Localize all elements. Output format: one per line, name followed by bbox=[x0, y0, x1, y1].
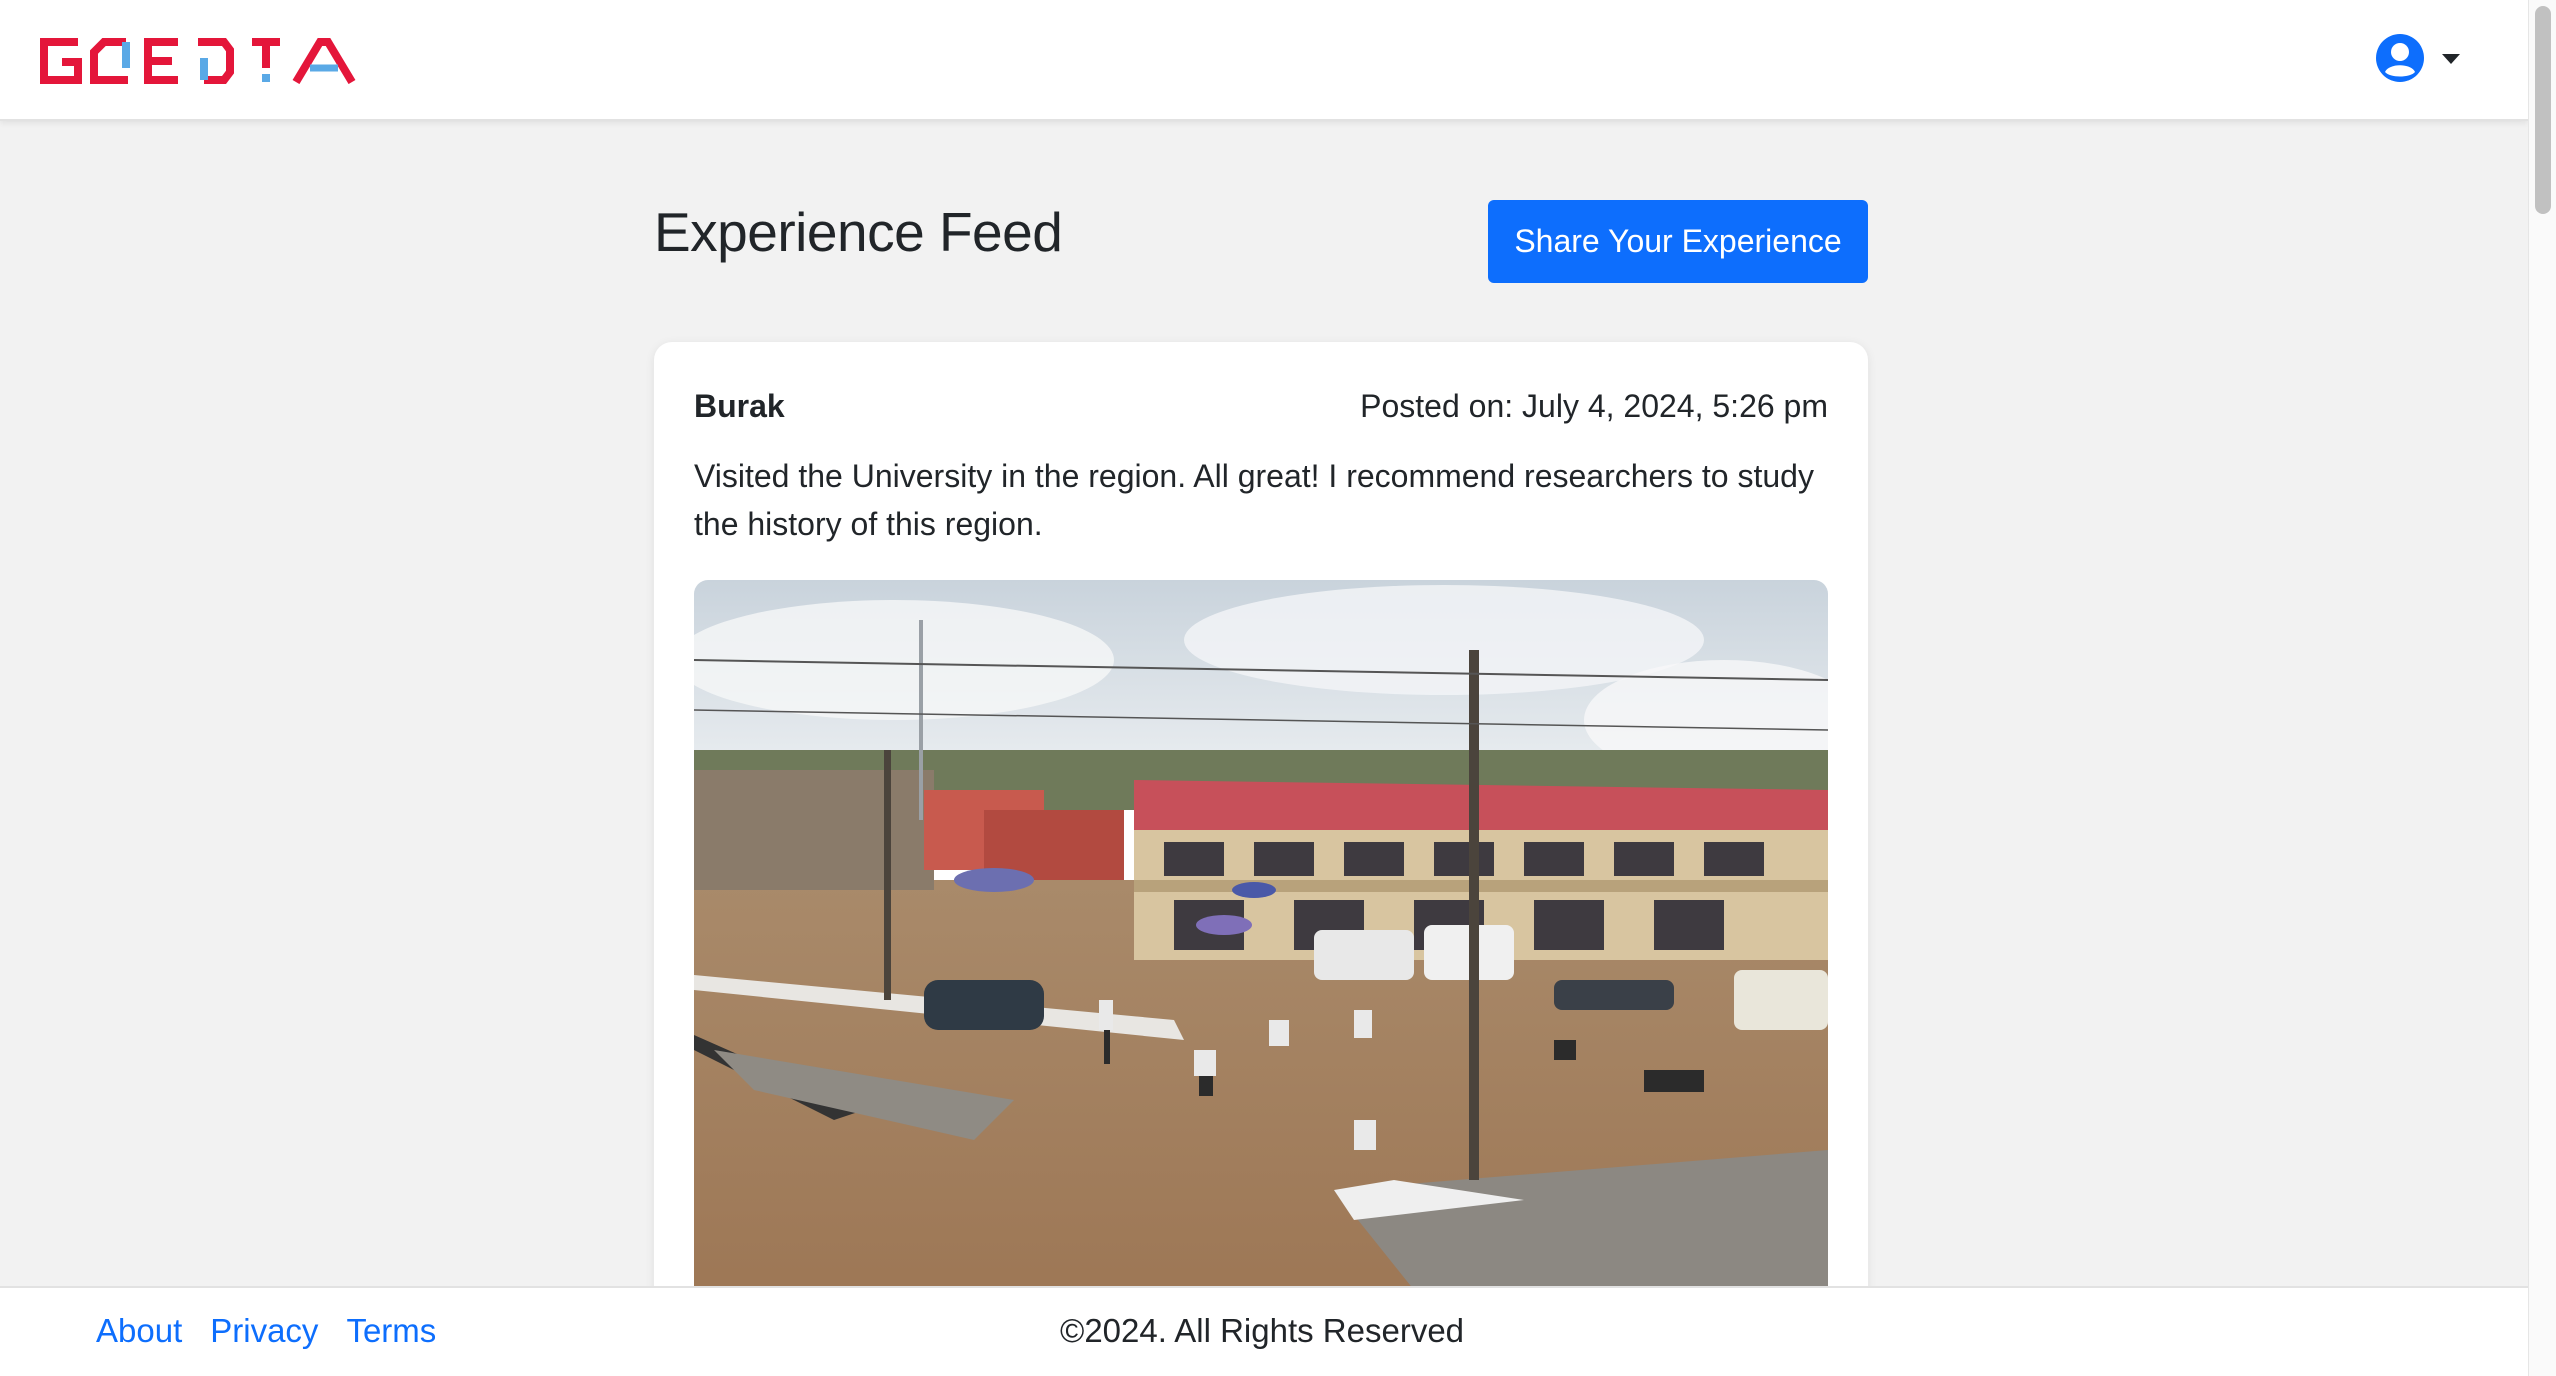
goedia-logo[interactable] bbox=[38, 38, 356, 84]
footer-link-about[interactable]: About bbox=[96, 1312, 182, 1350]
caret-down-icon bbox=[2442, 54, 2460, 64]
post-text: Visited the University in the region. Al… bbox=[694, 458, 1814, 542]
street-market-photo bbox=[694, 580, 1828, 1340]
page-scrollbar[interactable] bbox=[2528, 0, 2556, 1376]
post-photo[interactable] bbox=[694, 580, 1828, 1340]
share-experience-button[interactable]: Share Your Experience bbox=[1488, 200, 1868, 283]
logo-letter-i bbox=[252, 38, 280, 82]
experience-post-card: Burak Posted on: July 4, 2024, 5:26 pm V… bbox=[654, 342, 1868, 1376]
page-title: Experience Feed bbox=[654, 201, 1063, 263]
top-navbar bbox=[0, 0, 2528, 121]
user-menu-toggle[interactable] bbox=[2374, 32, 2464, 84]
logo-letter-d bbox=[198, 38, 234, 84]
copyright-text: ©2024. All Rights Reserved bbox=[1060, 1312, 1465, 1349]
footer-link-terms[interactable]: Terms bbox=[346, 1312, 436, 1350]
footer-links: About Privacy Terms bbox=[96, 1312, 436, 1350]
scrollbar-thumb[interactable] bbox=[2535, 6, 2551, 214]
page: Experience Feed Share Your Experience Bu… bbox=[0, 0, 2556, 1376]
page-footer: About Privacy Terms ©2024. All Rights Re… bbox=[0, 1286, 2528, 1376]
post-date: Posted on: July 4, 2024, 5:26 pm bbox=[1360, 388, 1828, 424]
logo-letter-e bbox=[144, 38, 178, 84]
logo-letter-a bbox=[292, 38, 356, 84]
footer-link-privacy[interactable]: Privacy bbox=[210, 1312, 318, 1350]
user-circle-icon bbox=[2376, 34, 2424, 82]
logo-letter-g bbox=[40, 38, 82, 84]
logo-letter-o bbox=[90, 38, 130, 84]
post-author: Burak bbox=[694, 388, 785, 424]
